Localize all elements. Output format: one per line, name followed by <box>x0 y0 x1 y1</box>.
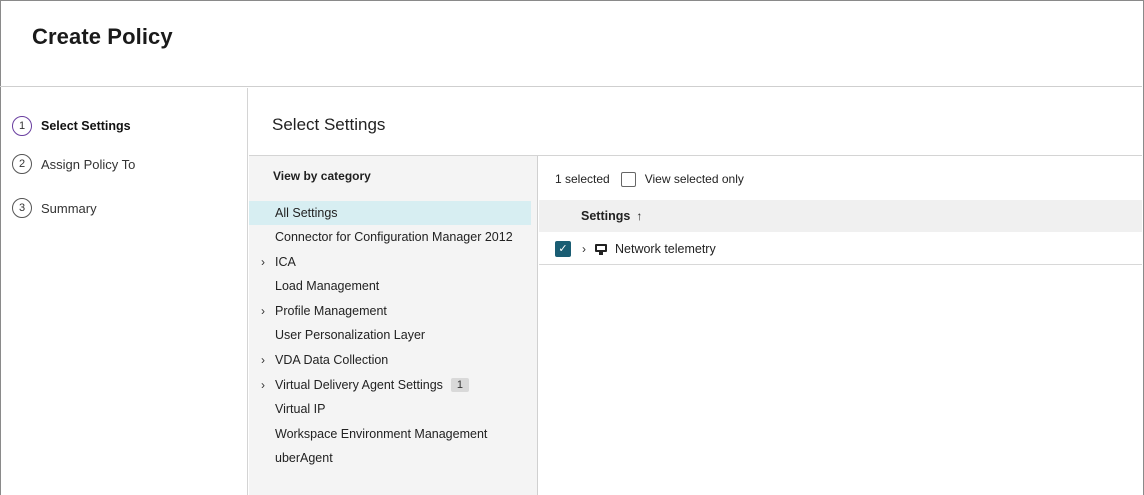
view-selected-only-checkbox[interactable] <box>620 171 636 187</box>
category-label: Virtual IP <box>275 402 326 416</box>
header: Create Policy <box>0 0 1142 87</box>
monitor-icon <box>594 243 608 255</box>
category-profile-management[interactable]: › Profile Management <box>249 299 531 323</box>
view-selected-only-label[interactable]: View selected only <box>645 172 744 186</box>
step-label: Summary <box>41 200 97 216</box>
chevron-right-icon[interactable]: › <box>261 304 275 318</box>
selected-count-badge: 1 <box>450 378 470 392</box>
page-title: Create Policy <box>32 24 173 49</box>
category-connector-config-manager[interactable]: Connector for Configuration Manager 2012 <box>249 225 531 249</box>
category-heading: View by category <box>273 169 371 183</box>
step-number: 2 <box>12 154 32 174</box>
category-load-management[interactable]: Load Management <box>249 274 531 298</box>
row-checkbox[interactable]: ✓ <box>555 240 571 257</box>
settings-column-header[interactable]: Settings ↑ <box>539 200 1142 232</box>
category-label: Connector for Configuration Manager 2012 <box>275 230 513 244</box>
category-workspace-environment-management[interactable]: Workspace Environment Management <box>249 422 531 446</box>
step-number: 1 <box>12 116 32 136</box>
settings-panel: 1 selected View selected only Settings ↑… <box>539 156 1142 495</box>
step-select-settings[interactable]: 1 Select Settings <box>12 115 131 137</box>
step-label: Select Settings <box>41 119 131 133</box>
category-label: uberAgent <box>275 451 333 465</box>
step-label: Assign Policy To <box>41 156 136 172</box>
step-assign-policy-to[interactable]: 2 Assign Policy To <box>12 153 135 175</box>
category-panel: View by category All Settings Connector … <box>249 156 538 495</box>
selected-count: 1 selected <box>555 172 610 186</box>
arrow-up-icon[interactable]: ↑ <box>636 209 642 223</box>
column-header-label[interactable]: Settings <box>581 209 630 223</box>
category-ica[interactable]: › ICA <box>249 250 531 274</box>
category-vda-data-collection[interactable]: › VDA Data Collection <box>249 348 531 372</box>
category-label: Workspace Environment Management <box>275 427 488 441</box>
setting-name: Network telemetry <box>615 241 716 256</box>
settings-toolbar: 1 selected View selected only <box>555 169 744 189</box>
table-row[interactable]: ✓ › Network telemetry <box>539 233 1142 265</box>
chevron-right-icon[interactable]: › <box>261 353 275 367</box>
chevron-right-icon[interactable]: › <box>582 242 586 256</box>
category-virtual-delivery-agent-settings[interactable]: › Virtual Delivery Agent Settings 1 <box>249 373 531 397</box>
chevron-right-icon[interactable]: › <box>261 378 275 392</box>
category-user-personalization-layer[interactable]: User Personalization Layer <box>249 323 531 347</box>
category-label: User Personalization Layer <box>275 328 426 342</box>
wizard-stepper: 1 Select Settings 2 Assign Policy To 3 S… <box>0 88 248 495</box>
main-panel: Select Settings View by category All Set… <box>249 88 1142 495</box>
category-label: Virtual Delivery Agent Settings <box>275 378 443 392</box>
step-number: 3 <box>12 198 32 218</box>
category-label: VDA Data Collection <box>275 353 389 367</box>
category-virtual-ip[interactable]: Virtual IP <box>249 397 531 421</box>
category-label: ICA <box>275 255 296 269</box>
chevron-right-icon[interactable]: › <box>261 255 275 269</box>
category-label: Load Management <box>275 279 380 293</box>
step-summary[interactable]: 3 Summary <box>12 197 97 219</box>
section-title: Select Settings <box>272 115 386 134</box>
category-uberagent[interactable]: uberAgent <box>249 446 531 470</box>
category-all-settings[interactable]: All Settings <box>249 201 531 225</box>
category-label: Profile Management <box>275 304 387 318</box>
category-label: All Settings <box>275 206 338 220</box>
